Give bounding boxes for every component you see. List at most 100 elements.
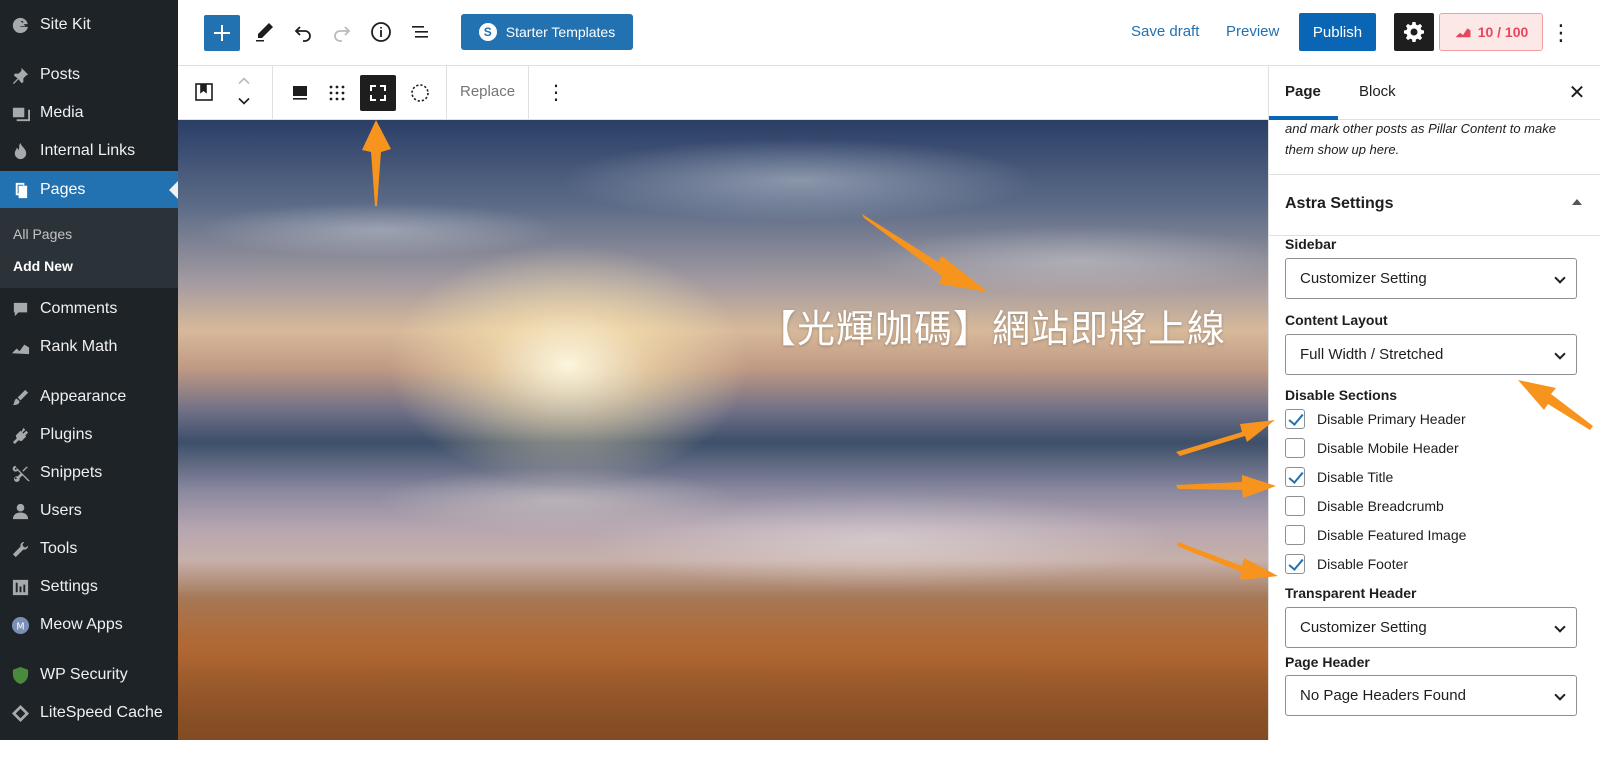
save-draft-button[interactable]: Save draft xyxy=(1131,23,1199,40)
sidebar-item-label: Media xyxy=(40,104,84,121)
cover-block-icon xyxy=(195,83,213,101)
plus-icon xyxy=(214,25,230,41)
block-options-button[interactable]: ⋮ xyxy=(546,79,566,105)
block-toolbar: Replace ⋮ xyxy=(178,66,1268,120)
checkbox-label: Disable Featured Image xyxy=(1317,527,1467,543)
cover-image-sand xyxy=(178,590,1268,740)
pages-icon xyxy=(10,180,30,200)
admin-sidebar: Site Kit Posts Media Internal Links Page… xyxy=(0,0,178,740)
disable-breadcrumb-checkbox[interactable]: Disable Breadcrumb xyxy=(1285,495,1444,517)
brush-icon xyxy=(10,387,30,407)
checkbox[interactable] xyxy=(1285,525,1305,545)
sidebar-item-comments[interactable]: Comments xyxy=(0,290,178,328)
disable-featured-image-checkbox[interactable]: Disable Featured Image xyxy=(1285,524,1466,546)
page-header-select[interactable]: No Page Headers Found xyxy=(1285,675,1577,716)
settings-button[interactable] xyxy=(1394,13,1434,51)
submenu-add-new[interactable]: Add New xyxy=(13,258,73,274)
disable-mobile-header-checkbox[interactable]: Disable Mobile Header xyxy=(1285,437,1459,459)
checkbox[interactable] xyxy=(1285,496,1305,516)
toolbar-divider xyxy=(272,66,273,120)
rank-math-icon xyxy=(10,337,30,357)
list-view-button[interactable] xyxy=(408,20,432,44)
disable-footer-checkbox[interactable]: Disable Footer xyxy=(1285,553,1408,575)
sidebar-item-snippets[interactable]: Snippets xyxy=(0,454,178,492)
sidebar-select[interactable]: Customizer Setting xyxy=(1285,258,1577,299)
sidebar-item-wp-security[interactable]: WP Security xyxy=(0,656,178,694)
add-block-button[interactable] xyxy=(204,15,240,51)
transparent-header-select[interactable]: Customizer Setting xyxy=(1285,607,1577,648)
content-layout-value: Full Width / Stretched xyxy=(1300,346,1444,363)
cover-heading[interactable]: 【光輝咖碼】網站即將上線 xyxy=(758,298,1226,353)
position-grid-icon xyxy=(329,85,345,101)
sidebar-item-meow-apps[interactable]: M Meow Apps xyxy=(0,606,178,644)
sidebar-item-plugins[interactable]: Plugins xyxy=(0,416,178,454)
tab-page[interactable]: Page xyxy=(1285,83,1321,100)
replace-button[interactable]: Replace xyxy=(460,83,515,100)
astra-settings-header[interactable]: Astra Settings xyxy=(1269,174,1600,236)
pin-icon xyxy=(10,65,30,85)
sidebar-item-tools[interactable]: Tools xyxy=(0,530,178,568)
chevron-down-icon xyxy=(1554,689,1566,701)
checkbox[interactable] xyxy=(1285,438,1305,458)
checkbox[interactable] xyxy=(1285,467,1305,487)
flame-icon xyxy=(10,141,30,161)
tools-button[interactable] xyxy=(252,20,276,44)
tab-block[interactable]: Block xyxy=(1359,83,1396,100)
checkbox[interactable] xyxy=(1285,554,1305,574)
checkbox-label: Disable Breadcrumb xyxy=(1317,498,1444,514)
starter-templates-button[interactable]: S Starter Templates xyxy=(461,14,633,50)
sidebar-item-users[interactable]: Users xyxy=(0,492,178,530)
editor-header: S Starter Templates Save draft Preview P… xyxy=(178,0,1600,66)
content-layout-label: Content Layout xyxy=(1285,312,1388,328)
checkbox-label: Disable Footer xyxy=(1317,556,1409,572)
transparent-header-value: Customizer Setting xyxy=(1300,619,1427,636)
wrench-icon xyxy=(10,539,30,559)
sidebar-item-site-kit[interactable]: Site Kit xyxy=(0,6,178,44)
sidebar-item-internal-links[interactable]: Internal Links xyxy=(0,132,178,170)
sidebar-item-label: Posts xyxy=(40,66,81,83)
cover-block-type-button[interactable] xyxy=(192,80,216,104)
submenu-all-pages[interactable]: All Pages xyxy=(13,226,72,242)
sidebar-item-litespeed-cache[interactable]: LiteSpeed Cache xyxy=(0,694,178,732)
undo-button[interactable] xyxy=(291,20,315,44)
content-layout-select[interactable]: Full Width / Stretched xyxy=(1285,334,1577,375)
content-position-button[interactable] xyxy=(325,81,349,105)
meow-apps-icon: M xyxy=(10,615,30,635)
info-icon xyxy=(371,22,391,42)
move-down-button[interactable] xyxy=(234,92,254,110)
publish-button[interactable]: Publish xyxy=(1299,13,1376,51)
disable-primary-header-checkbox[interactable]: Disable Primary Header xyxy=(1285,408,1466,430)
sidebar-item-rank-math[interactable]: Rank Math xyxy=(0,328,178,366)
close-icon[interactable]: ✕ xyxy=(1565,80,1589,104)
checkbox[interactable] xyxy=(1285,409,1305,429)
seo-score-value: 10 / 100 xyxy=(1477,24,1529,40)
settings-sidebar: Page Block ✕ and mark other posts as Pil… xyxy=(1268,66,1600,740)
chevron-down-icon xyxy=(1554,348,1566,360)
sidebar-item-posts[interactable]: Posts xyxy=(0,56,178,94)
sidebar-item-pages[interactable]: Pages xyxy=(0,171,178,209)
move-up-button[interactable] xyxy=(234,72,254,90)
sidebar-item-label: Pages xyxy=(40,181,86,198)
pages-submenu: All Pages Add New xyxy=(0,208,178,288)
options-menu-button[interactable]: ⋮ xyxy=(1550,20,1572,46)
pillar-content-note: and mark other posts as Pillar Content t… xyxy=(1285,121,1556,157)
redo-button[interactable] xyxy=(330,20,354,44)
sidebar-field-label: Sidebar xyxy=(1285,236,1337,252)
align-button[interactable] xyxy=(288,81,312,105)
sidebar-item-media[interactable]: Media xyxy=(0,94,178,132)
full-height-toggle[interactable] xyxy=(360,75,396,111)
sidebar-item-settings[interactable]: Settings xyxy=(0,568,178,606)
rank-math-score-button[interactable]: 10 / 100 xyxy=(1439,13,1543,51)
duotone-button[interactable] xyxy=(408,81,432,105)
cover-block-canvas[interactable]: 【光輝咖碼】網站即將上線 xyxy=(178,120,1268,740)
toolbar-divider xyxy=(446,66,447,120)
list-view-icon xyxy=(412,26,428,38)
details-button[interactable] xyxy=(369,20,393,44)
sidebar-item-label: LiteSpeed Cache xyxy=(40,704,163,721)
sidebar-item-appearance[interactable]: Appearance xyxy=(0,378,178,416)
sidebar-item-label: WP Security xyxy=(40,666,128,683)
page-header-value: No Page Headers Found xyxy=(1300,687,1466,704)
transparent-header-label: Transparent Header xyxy=(1285,585,1417,601)
disable-title-checkbox[interactable]: Disable Title xyxy=(1285,466,1393,488)
preview-button[interactable]: Preview xyxy=(1226,23,1279,40)
